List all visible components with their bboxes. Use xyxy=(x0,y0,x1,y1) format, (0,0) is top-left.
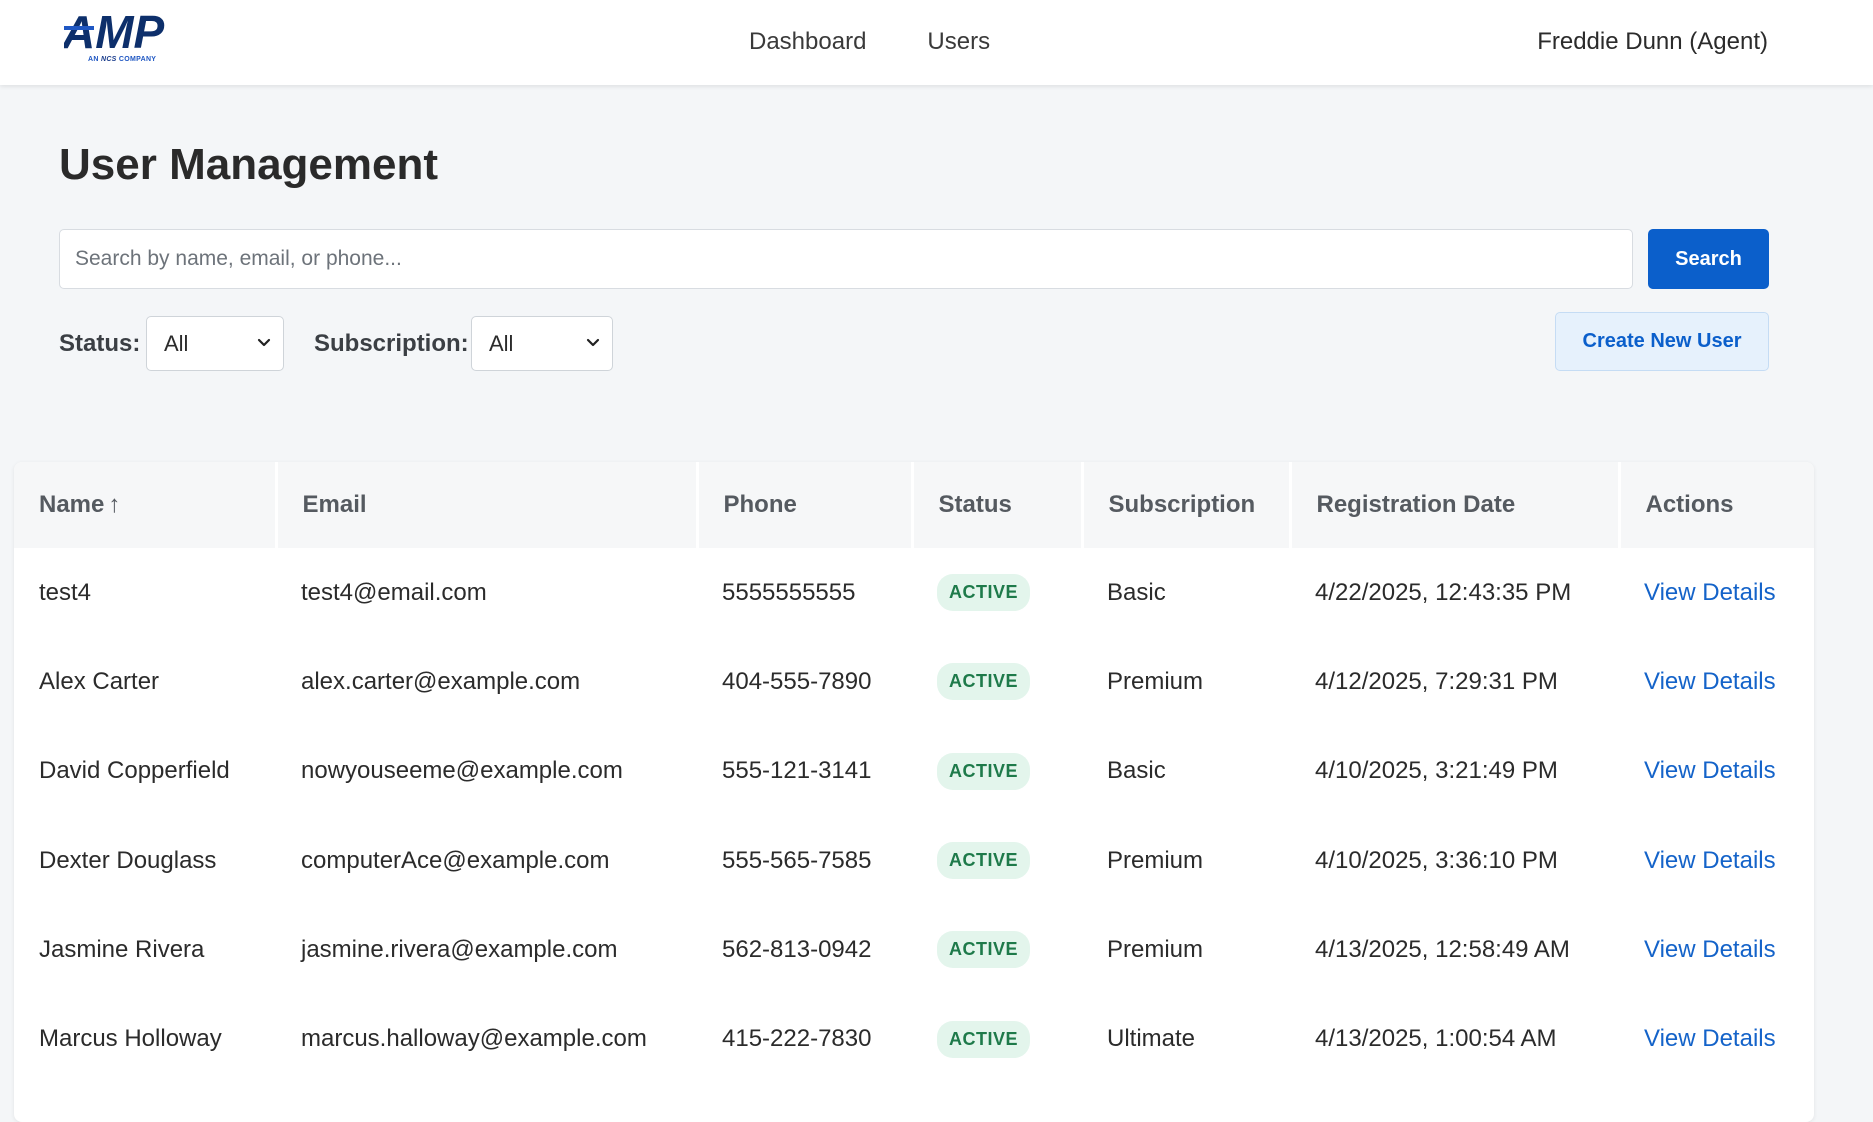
table-row: Jasmine Rivera jasmine.rivera@example.co… xyxy=(14,905,1814,994)
cell-registration-date: 4/10/2025, 3:21:49 PM xyxy=(1315,757,1558,785)
view-details-link[interactable]: View Details xyxy=(1644,668,1776,695)
search-input[interactable] xyxy=(59,229,1633,289)
subscription-filter-value: All xyxy=(489,331,514,356)
logo-sub-suffix: COMPANY xyxy=(118,56,157,63)
view-details-link[interactable]: View Details xyxy=(1644,757,1776,784)
status-badge: ACTIVE xyxy=(937,1020,1031,1058)
amp-logo[interactable]: AMP AN NCS COMPANY xyxy=(64,12,204,70)
logo-sub-ncs: NCS xyxy=(100,56,117,63)
cell-email: computerAce@example.com xyxy=(301,846,610,874)
cell-status: ACTIVE xyxy=(912,905,1082,994)
logo-subtitle: AN NCS COMPANY xyxy=(88,56,156,63)
cell-status: ACTIVE xyxy=(912,637,1082,726)
cell-phone: 555-121-3141 xyxy=(722,757,872,785)
cell-name: David Copperfield xyxy=(39,757,230,785)
status-badge: ACTIVE xyxy=(937,931,1031,969)
status-badge: ACTIVE xyxy=(937,574,1031,612)
cell-name: Marcus Holloway xyxy=(39,1025,222,1053)
logo-sub-prefix: AN xyxy=(88,56,99,63)
create-new-user-button[interactable]: Create New User xyxy=(1555,312,1769,371)
cell-email: nowyouseeme@example.com xyxy=(301,757,623,785)
cell-subscription: Premium xyxy=(1107,846,1204,874)
cell-actions: View Details xyxy=(1619,727,1814,816)
cell-actions: View Details xyxy=(1619,548,1814,637)
column-header-phone[interactable]: Phone xyxy=(697,462,914,548)
status-badge: ACTIVE xyxy=(937,752,1031,790)
column-header-subscription[interactable]: Subscription xyxy=(1082,462,1292,548)
amp-logo-mark: AMP xyxy=(64,12,165,52)
cell-phone: 404-555-7890 xyxy=(722,667,872,695)
status-filter-label: Status: xyxy=(59,330,141,357)
cell-phone: 415-222-7830 xyxy=(722,1025,872,1053)
current-user-label[interactable]: Freddie Dunn (Agent) xyxy=(1537,26,1768,58)
cell-email: alex.carter@example.com xyxy=(301,667,581,695)
column-header-actions: Actions xyxy=(1619,462,1814,548)
cell-actions: View Details xyxy=(1619,637,1814,726)
table-row: Marcus Holloway marcus.halloway@example.… xyxy=(14,994,1814,1083)
users-table: Name ↑ Email Phone Status Subscription Re… xyxy=(14,462,1814,1084)
nav-users[interactable]: Users xyxy=(927,26,990,58)
cell-registration-date: 4/12/2025, 7:29:31 PM xyxy=(1315,667,1558,695)
status-badge: ACTIVE xyxy=(937,663,1031,701)
table-row: David Copperfield nowyouseeme@example.co… xyxy=(14,727,1814,816)
view-details-link[interactable]: View Details xyxy=(1644,579,1776,606)
cell-name: Jasmine Rivera xyxy=(39,935,205,963)
cell-phone: 562-813-0942 xyxy=(722,935,872,963)
search-button[interactable]: Search xyxy=(1648,229,1769,289)
view-details-link[interactable]: View Details xyxy=(1644,847,1776,874)
status-filter-select[interactable]: All xyxy=(146,316,284,371)
nav-dashboard[interactable]: Dashboard xyxy=(749,26,866,58)
cell-registration-date: 4/10/2025, 3:36:10 PM xyxy=(1315,846,1558,874)
page-title: User Management xyxy=(59,140,439,189)
cell-subscription: Premium xyxy=(1107,935,1204,963)
cell-subscription: Basic xyxy=(1107,578,1166,606)
cell-status: ACTIVE xyxy=(912,548,1082,637)
sort-ascending-icon: ↑ xyxy=(108,491,121,518)
chevron-down-icon xyxy=(586,338,600,347)
logo-text: AMP xyxy=(64,12,165,52)
table-header-row: Name ↑ Email Phone Status Subscription Re… xyxy=(14,462,1814,548)
cell-status: ACTIVE xyxy=(912,727,1082,816)
column-header-name[interactable]: Name ↑ xyxy=(14,462,278,548)
cell-phone: 555-565-7585 xyxy=(722,846,872,874)
chevron-down-icon xyxy=(257,338,271,347)
table-row: Alex Carter alex.carter@example.com 404-… xyxy=(14,637,1814,726)
table-row: Dexter Douglass computerAce@example.com … xyxy=(14,816,1814,905)
column-header-status[interactable]: Status xyxy=(912,462,1084,548)
cell-subscription: Premium xyxy=(1107,667,1204,695)
cell-registration-date: 4/22/2025, 12:43:35 PM xyxy=(1315,578,1572,606)
table-row: test4 test4@email.com 5555555555 ACTIVE … xyxy=(14,548,1814,637)
cell-actions: View Details xyxy=(1619,816,1814,905)
cell-actions: View Details xyxy=(1619,905,1814,994)
cell-phone: 5555555555 xyxy=(722,578,856,606)
cell-name: Alex Carter xyxy=(39,667,160,695)
cell-name: test4 xyxy=(39,578,92,606)
subscription-filter-select[interactable]: All xyxy=(471,316,613,371)
cell-email: marcus.halloway@example.com xyxy=(301,1025,647,1053)
cell-registration-date: 4/13/2025, 12:58:49 AM xyxy=(1315,935,1570,963)
view-details-link[interactable]: View Details xyxy=(1644,1025,1776,1052)
table-body: test4 test4@email.com 5555555555 ACTIVE … xyxy=(14,548,1814,1084)
cell-actions: View Details xyxy=(1619,994,1814,1083)
cell-registration-date: 4/13/2025, 1:00:54 AM xyxy=(1315,1025,1557,1053)
view-details-link[interactable]: View Details xyxy=(1644,936,1776,963)
column-header-name-label: Name xyxy=(39,491,105,518)
cell-subscription: Basic xyxy=(1107,757,1166,785)
main-nav: Dashboard Users xyxy=(749,26,1051,58)
cell-subscription: Ultimate xyxy=(1107,1025,1196,1053)
column-header-email[interactable]: Email xyxy=(276,462,699,548)
cell-email: jasmine.rivera@example.com xyxy=(301,935,618,963)
subscription-filter-label: Subscription: xyxy=(314,330,469,357)
status-badge: ACTIVE xyxy=(937,842,1031,880)
column-header-registration-date[interactable]: Registration Date xyxy=(1290,462,1621,548)
cell-name: Dexter Douglass xyxy=(39,846,217,874)
status-filter-value: All xyxy=(164,331,189,356)
top-navbar: AMP AN NCS COMPANY Dashboard Users Fredd… xyxy=(0,0,1873,85)
cell-status: ACTIVE xyxy=(912,994,1082,1083)
cell-status: ACTIVE xyxy=(912,816,1082,905)
cell-email: test4@email.com xyxy=(301,578,487,606)
users-table-card: Name ↑ Email Phone Status Subscription Re… xyxy=(14,462,1814,1122)
